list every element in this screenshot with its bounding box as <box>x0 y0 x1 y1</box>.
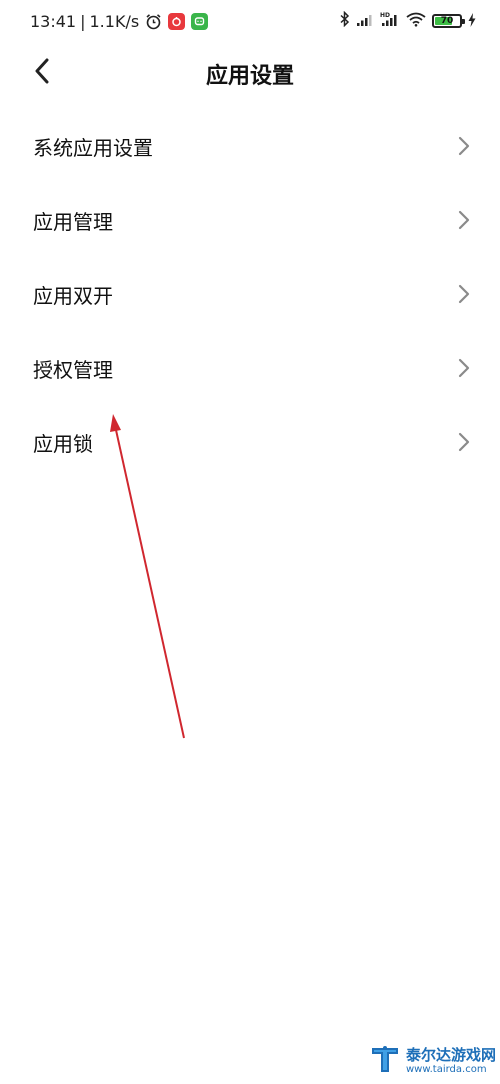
menu-item-dual-apps[interactable]: 应用双开 <box>0 258 500 332</box>
watermark-name: 泰尔达游戏网 <box>406 1045 497 1064</box>
status-bar: 13:41 | 1.1K/s HD 70 <box>0 0 500 42</box>
menu-item-label: 系统应用设置 <box>33 136 153 160</box>
chevron-right-icon <box>458 284 470 304</box>
menu-item-label: 授权管理 <box>33 358 113 382</box>
signal-icon <box>356 12 374 31</box>
message-app-icon <box>191 12 209 30</box>
app-notification-icon <box>168 12 186 30</box>
settings-menu: 系统应用设置 应用管理 应用双开 授权管理 应用锁 <box>0 110 500 480</box>
menu-item-app-lock[interactable]: 应用锁 <box>0 406 500 480</box>
watermark-text: 泰尔达游戏网 www.tairda.com <box>406 1045 497 1076</box>
menu-item-label: 应用锁 <box>33 432 93 456</box>
chevron-right-icon <box>458 210 470 230</box>
alarm-icon <box>145 13 162 30</box>
menu-item-app-management[interactable]: 应用管理 <box>0 184 500 258</box>
battery-level: 70 <box>440 16 454 26</box>
status-separator: | <box>80 11 86 31</box>
menu-item-system-app-settings[interactable]: 系统应用设置 <box>0 110 500 184</box>
charging-icon <box>468 12 476 31</box>
status-time: 13:41 <box>30 11 77 31</box>
svg-text:HD: HD <box>380 12 390 19</box>
hd-signal-icon: HD <box>380 11 400 31</box>
wifi-icon <box>406 12 426 31</box>
network-speed: 1.1K/s <box>89 11 140 31</box>
chevron-right-icon <box>458 432 470 452</box>
menu-item-label: 应用管理 <box>33 210 113 234</box>
battery-cap <box>462 19 465 24</box>
status-right: HD 70 <box>340 10 476 32</box>
menu-item-label: 应用双开 <box>33 284 113 308</box>
chevron-right-icon <box>458 358 470 378</box>
menu-item-permissions[interactable]: 授权管理 <box>0 332 500 406</box>
status-left: 13:41 | 1.1K/s <box>30 10 209 32</box>
bluetooth-icon <box>340 10 350 31</box>
watermark: 泰尔达游戏网 www.tairda.com <box>368 1042 498 1080</box>
header: 应用设置 <box>0 50 500 96</box>
battery-icon: 70 <box>432 14 465 28</box>
page-title: 应用设置 <box>205 64 294 89</box>
chevron-right-icon <box>458 136 470 156</box>
watermark-url: www.tairda.com <box>406 1063 487 1075</box>
watermark-logo-icon <box>368 1042 402 1080</box>
